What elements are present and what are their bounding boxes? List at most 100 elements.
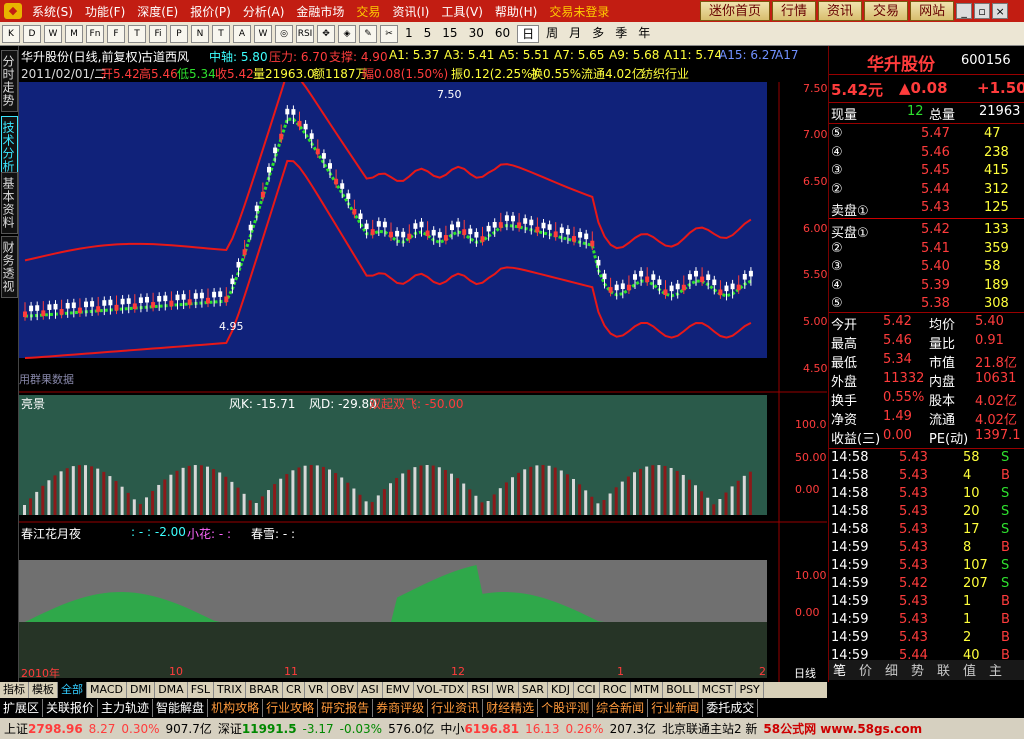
tab-technical[interactable]: 技术分析 bbox=[1, 116, 18, 178]
indicator-tab[interactable]: ASI bbox=[358, 682, 383, 698]
indicator-tab[interactable]: DMI bbox=[127, 682, 156, 698]
footer-tab-main[interactable]: 主 bbox=[989, 660, 1002, 679]
period-quarter[interactable]: 季 bbox=[611, 25, 631, 43]
menu-item-trade[interactable]: 交易 bbox=[350, 3, 386, 20]
indicator-tab[interactable]: WR bbox=[493, 682, 519, 698]
restore-icon[interactable]: ▫ bbox=[974, 3, 991, 19]
chart-area[interactable]: 华升股份(日线,前复权) 古道西风 中轴: 5.80 压力: 6.70 支撑: … bbox=[19, 46, 828, 682]
indicator-tab[interactable]: BOLL bbox=[663, 682, 699, 698]
indicator-tab[interactable]: EMV bbox=[383, 682, 414, 698]
quotes-button[interactable]: 行情 bbox=[772, 1, 817, 21]
indicator-tab[interactable]: PSY bbox=[736, 682, 764, 698]
func-bar-item[interactable]: 行业新闻 bbox=[648, 699, 704, 717]
func-bar-item[interactable]: 个股评测 bbox=[538, 699, 594, 717]
rsi-icon[interactable]: RSI bbox=[296, 24, 314, 43]
func-bar-item[interactable]: 机构攻略 bbox=[208, 699, 264, 717]
draw-icon[interactable]: ✎ bbox=[359, 24, 377, 43]
news-icon[interactable]: N bbox=[191, 24, 209, 43]
tick-icon[interactable]: T bbox=[128, 24, 146, 43]
period-60min[interactable]: 60 bbox=[491, 25, 514, 43]
indicator-tab[interactable]: 指标 bbox=[0, 682, 29, 698]
indicator-tab[interactable]: KDJ bbox=[548, 682, 574, 698]
indicator-tab[interactable]: FSL bbox=[188, 682, 214, 698]
menu-item-analysis[interactable]: 分析(A) bbox=[237, 3, 291, 20]
indicator-tab[interactable]: CCI bbox=[574, 682, 600, 698]
tab-financials[interactable]: 财务透视 bbox=[1, 236, 18, 298]
func-bar-item[interactable]: 主力轨迹 bbox=[98, 699, 154, 717]
indicator-tab[interactable]: OBV bbox=[328, 682, 358, 698]
menu-item-function[interactable]: 功能(F) bbox=[79, 3, 131, 20]
indicator-tab[interactable]: VR bbox=[305, 682, 328, 698]
fn-icon[interactable]: Fn bbox=[86, 24, 104, 43]
period-5min[interactable]: 5 bbox=[420, 25, 436, 43]
func-bar-item[interactable]: 扩展区 bbox=[0, 699, 44, 717]
close-icon[interactable]: × bbox=[992, 3, 1009, 19]
monthly-icon[interactable]: M bbox=[65, 24, 83, 43]
indicator-tab[interactable]: 全部 bbox=[58, 682, 87, 698]
period-month[interactable]: 月 bbox=[565, 25, 585, 43]
func-bar-item[interactable]: 委托成交 bbox=[703, 699, 759, 717]
func-bar-item[interactable]: 券商评级 bbox=[373, 699, 429, 717]
period-15min[interactable]: 15 bbox=[438, 25, 461, 43]
footer-tab-tick[interactable]: 笔 bbox=[833, 660, 846, 679]
indicator-tab[interactable]: RSI bbox=[468, 682, 494, 698]
menu-item-info[interactable]: 资讯(I) bbox=[386, 3, 435, 20]
func-bar-item[interactable]: 行业攻略 bbox=[263, 699, 319, 717]
func-bar-item[interactable]: 综合新闻 bbox=[593, 699, 649, 717]
print-icon[interactable]: P bbox=[170, 24, 188, 43]
minimize-icon[interactable]: _ bbox=[956, 3, 973, 19]
func-bar-item[interactable]: 研究报告 bbox=[318, 699, 374, 717]
period-week[interactable]: 周 bbox=[542, 25, 562, 43]
mini-home-button[interactable]: 迷你首页 bbox=[700, 1, 771, 21]
period-day[interactable]: 日 bbox=[517, 24, 540, 43]
menu-item-help[interactable]: 帮助(H) bbox=[489, 3, 543, 20]
indicator-tab[interactable]: MTM bbox=[631, 682, 664, 698]
trade-button[interactable]: 交易 bbox=[864, 1, 909, 21]
period-year[interactable]: 年 bbox=[634, 25, 654, 43]
indicator-tab[interactable]: CR bbox=[283, 682, 306, 698]
text-icon[interactable]: T bbox=[212, 24, 230, 43]
window-icon[interactable]: W bbox=[254, 24, 272, 43]
daily-icon[interactable]: D bbox=[23, 24, 41, 43]
finance-icon[interactable]: F bbox=[107, 24, 125, 43]
indicator-tab[interactable]: DMA bbox=[155, 682, 188, 698]
indicator-tab[interactable]: ROC bbox=[600, 682, 631, 698]
footer-tab-price[interactable]: 价 bbox=[859, 660, 872, 679]
menu-item-quote[interactable]: 报价(P) bbox=[184, 3, 237, 20]
menu-item-depth[interactable]: 深度(E) bbox=[131, 3, 184, 20]
layers-icon[interactable]: ◈ bbox=[338, 24, 356, 43]
func-bar-item[interactable]: 关联报价 bbox=[43, 699, 99, 717]
footer-tab-link[interactable]: 联 bbox=[937, 660, 950, 679]
period-1min[interactable]: 1 bbox=[401, 25, 417, 43]
target-icon[interactable]: ◎ bbox=[275, 24, 293, 43]
indicator-tab[interactable]: MACD bbox=[87, 682, 127, 698]
alert-icon[interactable]: A bbox=[233, 24, 251, 43]
func-bar-item[interactable]: 行业资讯 bbox=[428, 699, 484, 717]
cut-icon[interactable]: ✂ bbox=[380, 24, 398, 43]
menu-item-tools[interactable]: 工具(V) bbox=[435, 3, 489, 20]
period-30min[interactable]: 30 bbox=[465, 25, 488, 43]
func-bar-item[interactable]: 财经精选 bbox=[483, 699, 539, 717]
server-name[interactable]: 北京联通主站2 新 bbox=[662, 720, 757, 737]
news-button[interactable]: 资讯 bbox=[818, 1, 863, 21]
kline-icon[interactable]: K bbox=[2, 24, 20, 43]
indicator-tab[interactable]: BRAR bbox=[246, 682, 284, 698]
indicator-tab[interactable]: VOL-TDX bbox=[414, 682, 469, 698]
indicator-tab[interactable]: TRIX bbox=[214, 682, 247, 698]
indicator-tab[interactable]: 模板 bbox=[29, 682, 58, 698]
weekly-icon[interactable]: W bbox=[44, 24, 62, 43]
footer-tab-detail[interactable]: 细 bbox=[885, 660, 898, 679]
indicator-tab[interactable]: SAR bbox=[519, 682, 549, 698]
website-button[interactable]: 网站 bbox=[910, 1, 955, 21]
menu-item-system[interactable]: 系统(S) bbox=[26, 3, 79, 20]
footer-tab-value[interactable]: 值 bbox=[963, 660, 976, 679]
tab-intraday[interactable]: 分时走势 bbox=[1, 50, 18, 112]
period-multi[interactable]: 多 bbox=[588, 25, 608, 43]
func-bar-item[interactable]: 智能解盘 bbox=[153, 699, 209, 717]
tab-fundamentals[interactable]: 基本资料 bbox=[1, 172, 18, 234]
footer-tab-trend[interactable]: 势 bbox=[911, 660, 924, 679]
formula-icon[interactable]: Fi bbox=[149, 24, 167, 43]
indicator-tab[interactable]: MCST bbox=[699, 682, 737, 698]
move-icon[interactable]: ✥ bbox=[317, 24, 335, 43]
menu-item-finance-market[interactable]: 金融市场 bbox=[290, 3, 350, 20]
